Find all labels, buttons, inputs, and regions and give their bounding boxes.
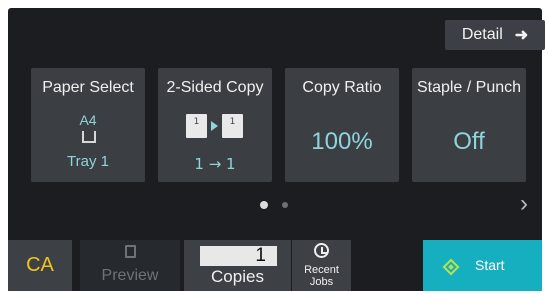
preview-icon [125, 245, 136, 258]
staple-punch-value: Off [453, 128, 485, 155]
start-icon [442, 258, 460, 276]
preview-label: Preview [101, 267, 159, 284]
clear-all-button[interactable]: CA [8, 240, 72, 291]
two-sided-copy-tile[interactable]: 2-Sided Copy 1 1 1 → 1 [158, 68, 272, 182]
staple-punch-tile[interactable]: Staple / Punch Off [412, 68, 526, 182]
tray-label: Tray 1 [67, 153, 109, 170]
copy-ratio-tile[interactable]: Copy Ratio 100% [285, 68, 399, 182]
copy-ratio-value: 100% [311, 128, 373, 155]
paper-size: A4 [79, 112, 97, 128]
tile-title: Copy Ratio [302, 79, 382, 96]
copies-label: Copies [211, 267, 264, 286]
duplex-icon: 1 1 [183, 114, 246, 142]
page-dot-active [260, 201, 268, 209]
start-button[interactable]: Start [423, 240, 542, 291]
arrow-right-icon: ➜ [514, 27, 529, 44]
detail-button[interactable]: Detail ➜ [445, 20, 545, 50]
arrow-icon [211, 121, 218, 131]
history-icon [314, 243, 329, 258]
start-label: Start [475, 257, 505, 273]
copies-count-field[interactable]: 1 [200, 246, 277, 266]
copies-button[interactable]: 1 Copies [184, 240, 291, 291]
recent-jobs-button[interactable]: Recent Jobs [292, 240, 351, 291]
tile-title: Staple / Punch [416, 79, 522, 96]
ca-label: CA [26, 254, 54, 276]
bottom-bar: CA Preview 1 Copies Recent Jobs Start [0, 240, 549, 295]
tile-title: 2-Sided Copy [166, 79, 264, 96]
preview-button[interactable]: Preview [80, 240, 180, 291]
paper-select-tile[interactable]: Paper Select A4 Tray 1 [31, 68, 145, 182]
page-icon: 1 [183, 114, 207, 141]
detail-label: Detail [461, 26, 503, 43]
page-indicator [260, 201, 288, 209]
chevron-right-icon[interactable]: › [520, 190, 528, 218]
tile-title: Paper Select [42, 79, 134, 96]
recent-jobs-label: Recent Jobs [304, 264, 339, 288]
duplex-mode: 1 → 1 [194, 155, 236, 173]
tray-icon [82, 131, 96, 143]
page-dot-inactive [282, 202, 288, 208]
page-icon: 1 [219, 114, 243, 141]
